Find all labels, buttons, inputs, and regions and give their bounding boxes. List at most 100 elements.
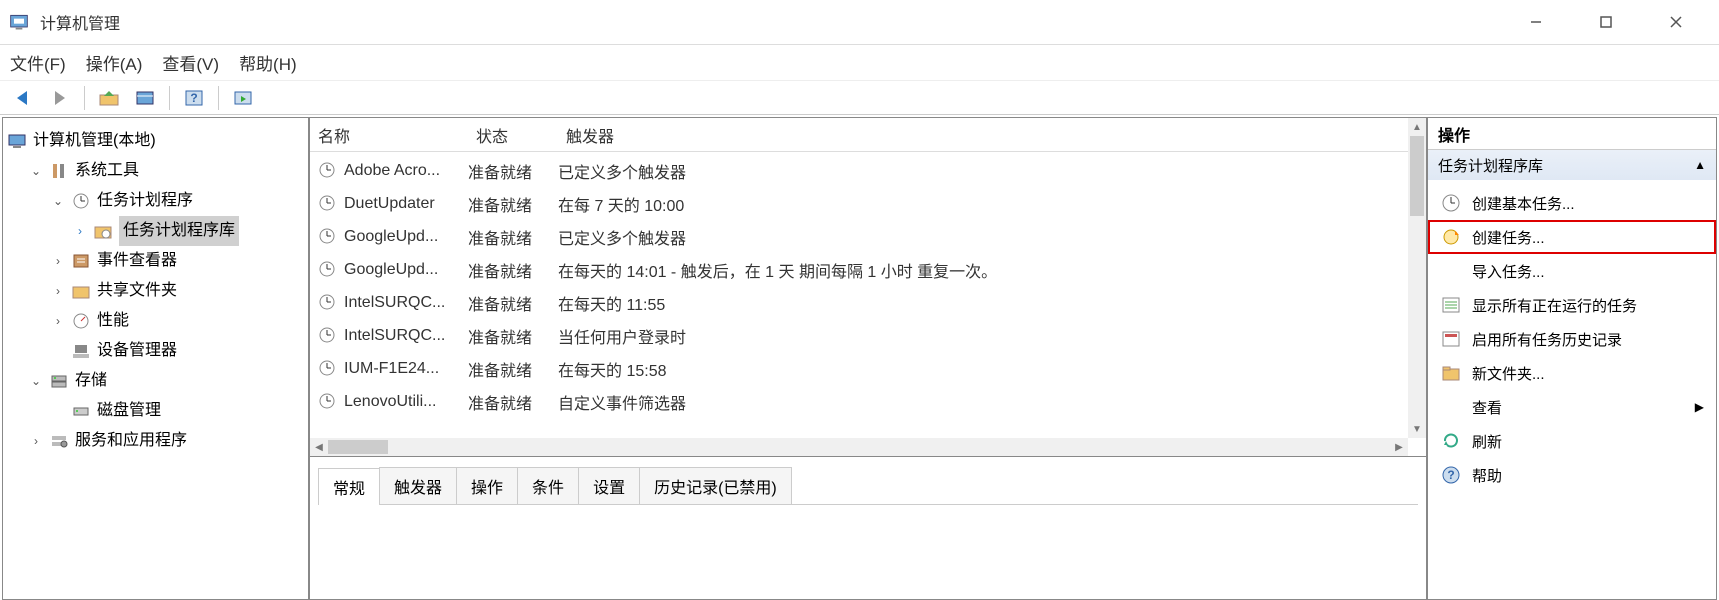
tree-disk-management[interactable]: 磁盘管理 [51,396,304,426]
task-list: 名称 状态 触发器 Adobe Acro...准备就绪已定义多个触发器 DuetU… [309,117,1427,457]
task-row[interactable]: LenovoUtili...准备就绪自定义事件筛选器 [310,385,1408,418]
shared-folder-icon [71,281,91,301]
action-show-running[interactable]: 显示所有正在运行的任务 [1428,288,1716,322]
toolbar: ? [0,80,1719,115]
actions-panel: 操作 任务计划程序库 ▲ 创建基本任务... 创建任务... 导入任务... 显… [1427,117,1717,600]
action-refresh[interactable]: 刷新 [1428,424,1716,458]
action-label: 刷新 [1472,431,1502,452]
menu-bar: 文件(F) 操作(A) 查看(V) 帮助(H) [0,45,1719,80]
task-name: LenovoUtili... [344,393,437,411]
tree-services-apps[interactable]: ›服务和应用程序 [29,426,304,456]
tab-settings[interactable]: 设置 [578,467,640,504]
properties-button[interactable] [129,84,161,112]
menu-view[interactable]: 查看(V) [162,50,219,75]
tab-triggers[interactable]: 触发器 [379,467,457,504]
tree-system-tools[interactable]: ⌄ 系统工具 [29,156,304,186]
action-import-task[interactable]: 导入任务... [1428,254,1716,288]
tab-actions[interactable]: 操作 [456,467,518,504]
menu-help[interactable]: 帮助(H) [239,50,297,75]
horizontal-scrollbar[interactable]: ◀ ▶ [310,438,1408,456]
tree-task-scheduler-library[interactable]: › 任务计划程序库 [73,216,304,246]
tree-label: 共享文件夹 [97,276,177,306]
action-view[interactable]: 查看 ▶ [1428,390,1716,424]
tools-icon [49,161,69,181]
menu-file[interactable]: 文件(F) [10,50,66,75]
task-list-header: 名称 状态 触发器 [310,118,1408,152]
task-trigger: 自定义事件筛选器 [558,390,1408,414]
up-folder-button[interactable] [93,84,125,112]
title-bar: 计算机管理 [0,0,1719,45]
back-button[interactable] [8,84,40,112]
toolbar-separator [169,86,170,110]
details-tab-panel: 常规 触发器 操作 条件 设置 历史记录(已禁用) [309,457,1427,600]
task-row[interactable]: GoogleUpd...准备就绪在每天的 14:01 - 触发后，在 1 天 期… [310,253,1408,286]
forward-button[interactable] [44,84,76,112]
task-row[interactable]: IUM-F1E24...准备就绪在每天的 15:58 [310,352,1408,385]
scroll-up-icon[interactable]: ▲ [1408,118,1426,136]
folder-icon [1440,362,1462,384]
tree-task-scheduler[interactable]: ⌄ 任务计划程序 [51,186,304,216]
chevron-right-icon: › [29,426,43,456]
action-new-folder[interactable]: 新文件夹... [1428,356,1716,390]
disk-icon [71,401,91,421]
column-state[interactable]: 状态 [468,123,558,147]
action-pane-button[interactable] [227,84,259,112]
task-state: 准备就绪 [468,192,558,216]
refresh-icon [1440,430,1462,452]
close-button[interactable] [1641,2,1711,42]
clock-icon [318,161,338,181]
task-name: IntelSURQC... [344,294,445,312]
help-icon: ? [1440,464,1462,486]
tab-conditions[interactable]: 条件 [517,467,579,504]
column-trigger[interactable]: 触发器 [558,123,1408,147]
computer-icon [7,131,27,151]
menu-action[interactable]: 操作(A) [86,50,143,75]
scroll-thumb[interactable] [1410,136,1424,216]
task-trigger: 当任何用户登录时 [558,324,1408,348]
maximize-button[interactable] [1571,2,1641,42]
vertical-scrollbar[interactable]: ▲ ▼ [1408,118,1426,438]
task-row[interactable]: GoogleUpd...准备就绪已定义多个触发器 [310,220,1408,253]
task-name: DuetUpdater [344,195,435,213]
minimize-button[interactable] [1501,2,1571,42]
tree-shared-folders[interactable]: ›共享文件夹 [51,276,304,306]
help-button[interactable]: ? [178,84,210,112]
task-name: GoogleUpd... [344,228,438,246]
task-row[interactable]: DuetUpdater准备就绪在每 7 天的 10:00 [310,187,1408,220]
tree-label: 事件查看器 [97,246,177,276]
task-trigger: 在每天的 11:55 [558,291,1408,315]
task-row[interactable]: Adobe Acro...准备就绪已定义多个触发器 [310,154,1408,187]
actions-section-header[interactable]: 任务计划程序库 ▲ [1428,150,1716,180]
scroll-thumb[interactable] [328,440,388,454]
action-label: 新文件夹... [1472,363,1545,384]
column-name[interactable]: 名称 [310,123,468,147]
action-create-basic-task[interactable]: 创建基本任务... [1428,186,1716,220]
action-create-task[interactable]: 创建任务... [1428,220,1716,254]
task-name: IntelSURQC... [344,327,445,345]
tab-general[interactable]: 常规 [318,468,380,505]
tab-history[interactable]: 历史记录(已禁用) [639,467,792,504]
chevron-down-icon: ⌄ [29,366,43,396]
task-state: 准备就绪 [468,258,558,282]
task-trigger: 在每天的 15:58 [558,357,1408,381]
tree-device-manager[interactable]: 设备管理器 [51,336,304,366]
tree-performance[interactable]: ›性能 [51,306,304,336]
tree-root[interactable]: 计算机管理(本地) [7,126,304,156]
task-trigger: 在每天的 14:01 - 触发后，在 1 天 期间每隔 1 小时 重复一次。 [558,258,1408,282]
task-row[interactable]: IntelSURQC...准备就绪在每天的 11:55 [310,286,1408,319]
scroll-right-icon[interactable]: ▶ [1390,438,1408,456]
tree-event-viewer[interactable]: ›事件查看器 [51,246,304,276]
action-label: 帮助 [1472,465,1502,486]
scroll-down-icon[interactable]: ▼ [1408,420,1426,438]
chevron-right-icon: › [73,216,87,246]
toolbar-separator [84,86,85,110]
submenu-arrow-icon: ▶ [1695,400,1704,414]
task-row[interactable]: IntelSURQC...准备就绪当任何用户登录时 [310,319,1408,352]
tree-storage[interactable]: ⌄ 存储 [29,366,304,396]
scroll-left-icon[interactable]: ◀ [310,438,328,456]
action-help[interactable]: ? 帮助 [1428,458,1716,492]
services-icon [49,431,69,451]
center-panel: 名称 状态 触发器 Adobe Acro...准备就绪已定义多个触发器 DuetU… [309,117,1427,600]
action-enable-history[interactable]: 启用所有任务历史记录 [1428,322,1716,356]
history-icon [1440,328,1462,350]
